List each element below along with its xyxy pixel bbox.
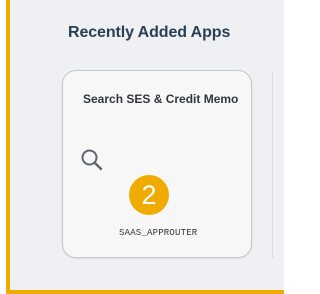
section-title: Recently Added Apps [68,24,231,41]
app-tile-search-ses-credit-memo[interactable]: Search SES & Credit Memo 2 SAAS_APPROUTE… [62,70,252,258]
tile-title: Search SES & Credit Memo [83,92,239,106]
highlight-frame: Recently Added Apps Search SES & Credit … [6,0,284,294]
tile-divider [272,72,273,258]
search-icon [79,147,105,173]
tile-footer-label: SAAS_APPROUTER [117,228,200,238]
step-number-badge: 2 [129,175,169,215]
